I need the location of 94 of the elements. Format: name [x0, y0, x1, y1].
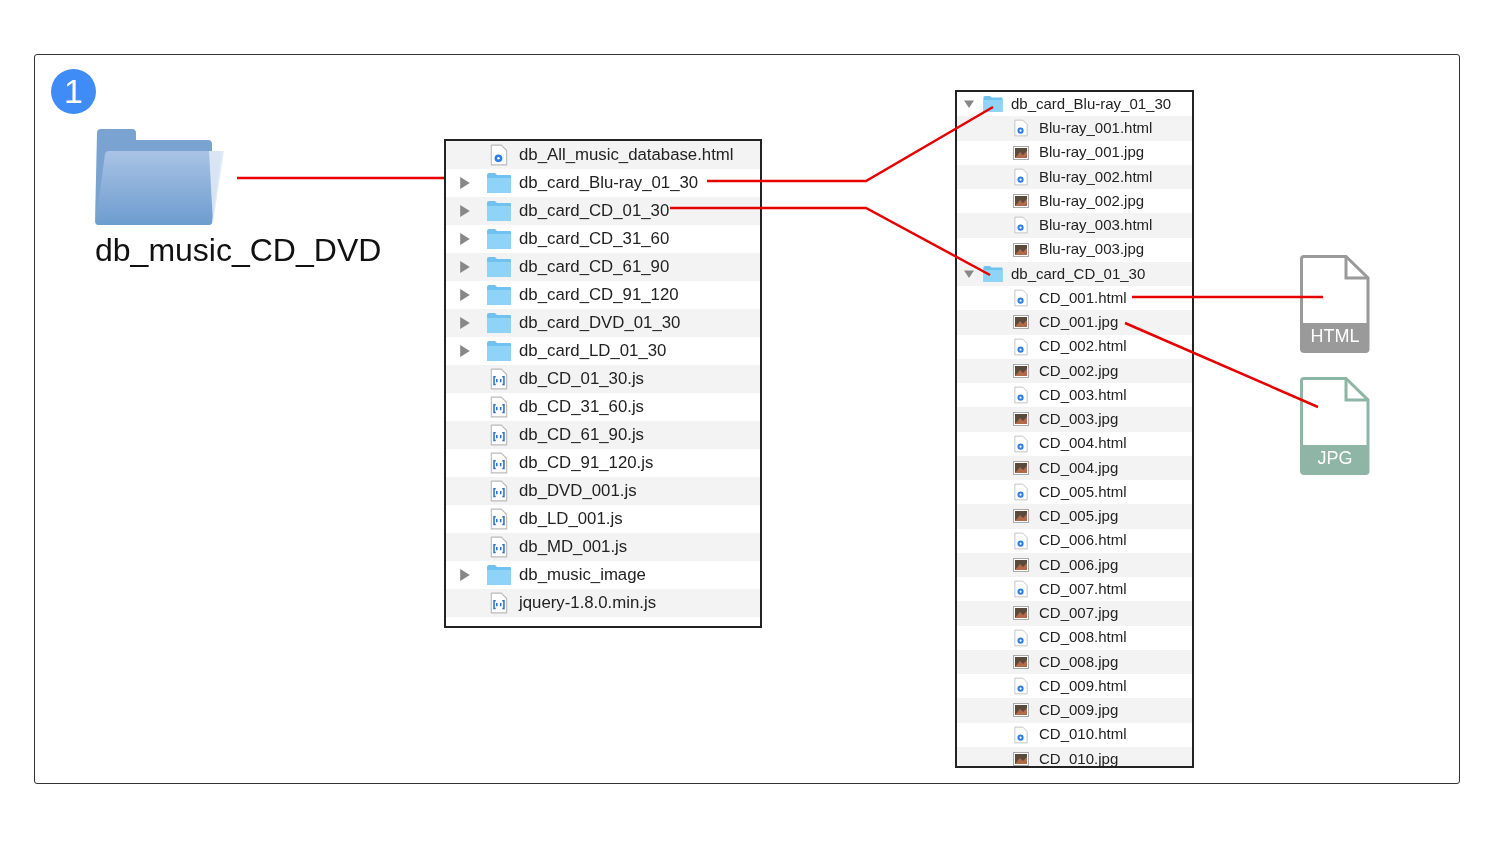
file-row[interactable]: CD_006.jpg	[957, 552, 1192, 577]
file-row[interactable]: CD_005.html	[957, 480, 1192, 505]
file-row[interactable]: CD_001.jpg	[957, 310, 1192, 335]
file-name: CD_001.html	[1039, 287, 1127, 308]
file-row[interactable]: CD_003.jpg	[957, 407, 1192, 432]
file-name: db_music_image	[519, 564, 646, 587]
file-row[interactable]: CD_002.html	[957, 334, 1192, 359]
file-row[interactable]: CD_006.html	[957, 528, 1192, 553]
file-name: db_CD_31_60.js	[519, 396, 644, 419]
file-name: Blu-ray_001.jpg	[1039, 142, 1145, 163]
file-row[interactable]: CD_003.html	[957, 383, 1192, 408]
file-type-label: JPG	[1316, 447, 1354, 470]
file-row[interactable]: db_card_CD_01_30	[957, 261, 1192, 286]
file-name: CD_005.jpg	[1039, 506, 1119, 527]
file-name: CD_007.jpg	[1039, 603, 1119, 624]
file-row[interactable]: db_CD_91_120.js	[446, 449, 760, 477]
file-name: CD_009.jpg	[1039, 700, 1119, 721]
file-name: db_card_Blu-ray_01_30	[519, 172, 699, 195]
file-name: db_DVD_001.js	[519, 480, 637, 503]
file-name: Blu-ray_001.html	[1039, 118, 1153, 139]
file-row[interactable]: db_card_CD_01_30	[446, 197, 760, 225]
file-name: CD_001.jpg	[1039, 312, 1119, 333]
file-name: db_CD_91_120.js	[519, 452, 654, 475]
file-name: db_card_DVD_01_30	[519, 312, 681, 335]
file-row[interactable]: CD_008.html	[957, 625, 1192, 650]
file-name: db_card_CD_91_120	[519, 284, 679, 307]
file-row[interactable]: CD_009.html	[957, 674, 1192, 699]
file-row[interactable]: db_card_CD_61_90	[446, 253, 760, 281]
file-row[interactable]: db_All_music_database.html	[446, 141, 760, 169]
file-name: CD_010.html	[1039, 724, 1127, 745]
file-row[interactable]: CD_004.html	[957, 431, 1192, 456]
file-row[interactable]: CD_001.html	[957, 286, 1192, 311]
file-row[interactable]: CD_004.jpg	[957, 455, 1192, 480]
file-name: CD_006.html	[1039, 530, 1127, 551]
file-row[interactable]: db_DVD_001.js	[446, 477, 760, 505]
file-row[interactable]: CD_007.jpg	[957, 601, 1192, 626]
file-row[interactable]: db_CD_01_30.js	[446, 365, 760, 393]
file-name: CD_007.html	[1039, 578, 1127, 599]
file-row[interactable]: Blu-ray_003.jpg	[957, 237, 1192, 262]
file-name: db_card_CD_01_30	[1011, 263, 1146, 284]
file-row[interactable]: Blu-ray_002.jpg	[957, 189, 1192, 214]
file-name: CD_004.jpg	[1039, 457, 1119, 478]
file-name: db_All_music_database.html	[519, 144, 734, 167]
file-row[interactable]: Blu-ray_001.html	[957, 116, 1192, 141]
file-name: db_card_CD_01_30	[519, 200, 670, 223]
file-name: CD_002.jpg	[1039, 360, 1119, 381]
file-name: db_card_CD_31_60	[519, 228, 670, 251]
file-name: CD_008.html	[1039, 627, 1127, 648]
file-row[interactable]: CD_010.html	[957, 722, 1192, 747]
file-name: jquery-1.8.0.min.js	[519, 592, 657, 615]
file-name: db_CD_01_30.js	[519, 368, 644, 391]
file-name: CD_006.jpg	[1039, 554, 1119, 575]
file-name: CD_003.html	[1039, 384, 1127, 405]
file-row[interactable]: db_CD_31_60.js	[446, 393, 760, 421]
file-name: db_card_CD_61_90	[519, 256, 670, 279]
file-name: CD_003.jpg	[1039, 409, 1119, 430]
file-name: Blu-ray_003.jpg	[1039, 239, 1145, 260]
file-name: db_CD_61_90.js	[519, 424, 644, 447]
file-name: CD_004.html	[1039, 433, 1127, 454]
file-row[interactable]: jquery-1.8.0.min.js	[446, 589, 760, 617]
file-row[interactable]: Blu-ray_002.html	[957, 164, 1192, 189]
file-name: CD_010.jpg	[1039, 748, 1119, 766]
file-name: Blu-ray_002.jpg	[1039, 190, 1145, 211]
file-row[interactable]: CD_007.html	[957, 577, 1192, 602]
file-row[interactable]: db_MD_001.js	[446, 533, 760, 561]
file-row[interactable]: CD_010.jpg	[957, 746, 1192, 766]
file-row[interactable]: db_card_Blu-ray_01_30	[957, 92, 1192, 117]
file-name: CD_005.html	[1039, 481, 1127, 502]
file-name: db_card_LD_01_30	[519, 340, 667, 363]
file-row[interactable]: db_CD_61_90.js	[446, 421, 760, 449]
file-name: CD_002.html	[1039, 336, 1127, 357]
file-name: Blu-ray_002.html	[1039, 166, 1153, 187]
file-row[interactable]: Blu-ray_001.jpg	[957, 140, 1192, 165]
file-row[interactable]: db_LD_001.js	[446, 505, 760, 533]
file-row[interactable]: CD_009.jpg	[957, 698, 1192, 723]
step-number-badge: 1	[51, 69, 96, 114]
file-row[interactable]: db_music_image	[446, 561, 760, 589]
file-name: CD_009.html	[1039, 675, 1127, 696]
file-row[interactable]: CD_002.jpg	[957, 358, 1192, 383]
file-row[interactable]: Blu-ray_003.html	[957, 213, 1192, 238]
file-row[interactable]: CD_008.jpg	[957, 649, 1192, 674]
file-row[interactable]: CD_005.jpg	[957, 504, 1192, 529]
file-type-label: HTML	[1309, 325, 1361, 348]
file-row[interactable]: db_card_Blu-ray_01_30	[446, 169, 760, 197]
file-row[interactable]: db_card_CD_31_60	[446, 225, 760, 253]
file-name: db_LD_001.js	[519, 508, 623, 531]
file-name: CD_008.jpg	[1039, 651, 1119, 672]
file-name: db_MD_001.js	[519, 536, 628, 559]
file-name: db_card_Blu-ray_01_30	[1011, 93, 1172, 114]
file-name: Blu-ray_003.html	[1039, 215, 1153, 236]
file-row[interactable]: db_card_DVD_01_30	[446, 309, 760, 337]
file-row[interactable]: db_card_LD_01_30	[446, 337, 760, 365]
folder-name: db_music_CD_DVD	[95, 231, 382, 270]
file-row[interactable]: db_card_CD_91_120	[446, 281, 760, 309]
